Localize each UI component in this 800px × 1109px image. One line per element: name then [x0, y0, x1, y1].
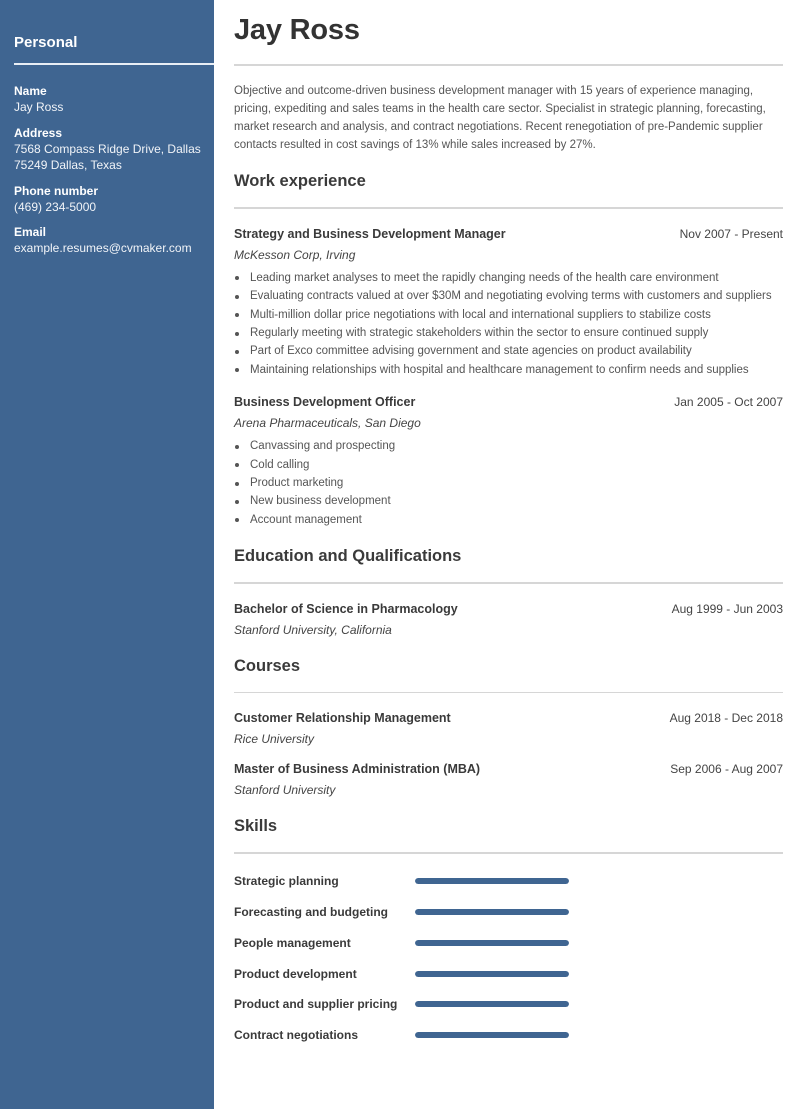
- skill-level-fill: [415, 908, 569, 915]
- skills-list: Strategic planning Forecasting and budge…: [234, 866, 783, 1051]
- skill-row: People management: [234, 927, 783, 958]
- education-section: Education and Qualifications Bachelor of…: [234, 546, 783, 639]
- skill-name: Strategic planning: [234, 874, 339, 889]
- course-title: Master of Business Administration (MBA): [234, 762, 481, 777]
- degree-date: Aug 1999 - Jun 2003: [671, 601, 783, 616]
- field-label: Name: [14, 84, 47, 98]
- divider: [234, 582, 783, 584]
- skill-level-fill: [415, 939, 569, 946]
- divider: [234, 64, 783, 66]
- bullet-item: Regularly meeting with strategic stakeho…: [234, 324, 783, 342]
- bullet-item: New business development: [234, 492, 783, 510]
- work-experience-section: Work experience Strategy and Business De…: [234, 171, 783, 529]
- job-date: Nov 2007 - Present: [679, 226, 783, 241]
- divider: [234, 852, 783, 854]
- field-value: Jay Ross: [14, 100, 64, 114]
- job-title: Business Development Officer: [234, 395, 416, 410]
- skill-level-fill: [415, 878, 569, 885]
- bullet-item: Maintaining relationships with hospital …: [234, 361, 783, 379]
- degree-title: Bachelor of Science in Pharmacology: [234, 601, 458, 616]
- work-entry: Strategy and Business Development Manage…: [234, 225, 783, 379]
- field-label: Address: [14, 125, 63, 140]
- section-title: Skills: [234, 817, 278, 836]
- education-entry: Bachelor of Science in Pharmacology Aug …: [234, 600, 783, 639]
- bullet-item: Canvassing and prospecting: [234, 437, 783, 455]
- skill-level-bar: [415, 908, 569, 915]
- skill-level-bar: [415, 970, 569, 977]
- resume-main: Jay Ross Objective and outcome-driven bu…: [234, 0, 783, 1051]
- skill-name: Product and supplier pricing: [234, 997, 398, 1012]
- bullet-item: Evaluating contracts valued at over $30M…: [234, 287, 783, 305]
- skill-level-fill: [415, 970, 569, 977]
- bullet-item: Account management: [234, 511, 783, 529]
- skill-row: Product and supplier pricing: [234, 989, 783, 1020]
- skill-level-fill: [415, 1001, 569, 1008]
- skill-name: Forecasting and budgeting: [234, 904, 389, 919]
- field-value: (469) 234-5000: [14, 199, 97, 214]
- institution: Stanford University: [234, 783, 336, 798]
- bullet-item: Part of Exco committee advising governme…: [234, 342, 783, 360]
- skill-level-bar: [415, 939, 569, 946]
- skill-level-bar: [415, 878, 569, 885]
- job-bullets: Canvassing and prospecting Cold calling …: [234, 437, 783, 529]
- bullet-item: Multi-million dollar price negotiations …: [234, 306, 783, 324]
- skill-level-bar: [415, 1032, 569, 1039]
- work-entry: Business Development Officer Jan 2005 - …: [234, 393, 783, 529]
- course-entry: Master of Business Administration (MBA) …: [234, 760, 783, 799]
- field-value: 7568 Compass Ridge Drive, Dallas: [14, 141, 201, 156]
- sidebar-personal: Personal Name Jay Ross Address 7568 Comp…: [0, 0, 214, 1109]
- section-title: Education and Qualifications: [234, 547, 462, 566]
- course-date: Aug 2018 - Dec 2018: [669, 711, 783, 726]
- course-entry: Customer Relationship Management Aug 201…: [234, 709, 783, 748]
- sidebar-title: Personal: [14, 34, 78, 51]
- skill-level-fill: [415, 1032, 569, 1039]
- skill-row: Contract negotiations: [234, 1020, 783, 1051]
- job-bullets: Leading market analyses to meet the rapi…: [234, 269, 783, 379]
- divider: [234, 207, 783, 209]
- resume-name: Jay Ross: [234, 14, 360, 46]
- job-title: Strategy and Business Development Manage…: [234, 226, 506, 241]
- divider: [234, 691, 783, 694]
- personal-email-field: Email example.resumes@cvmaker.com: [14, 224, 214, 257]
- employer: McKesson Corp, Irving: [234, 247, 356, 262]
- skill-row: Strategic planning: [234, 866, 783, 897]
- courses-section: Courses Customer Relationship Management…: [234, 656, 783, 800]
- skills-section: Skills Strategic planning Forecasting an…: [234, 816, 783, 1050]
- section-title: Courses: [234, 656, 301, 675]
- field-label: Email: [14, 225, 47, 239]
- field-label: Phone number: [14, 183, 99, 198]
- employer: Arena Pharmaceuticals, San Diego: [234, 416, 421, 431]
- job-date: Jan 2005 - Oct 2007: [674, 395, 783, 410]
- bullet-item: Product marketing: [234, 474, 783, 492]
- skill-level-bar: [415, 1001, 569, 1008]
- personal-name-field: Name Jay Ross: [14, 83, 214, 116]
- bullet-item: Leading market analyses to meet the rapi…: [234, 269, 783, 287]
- personal-phone-field: Phone number (469) 234-5000: [14, 183, 214, 216]
- section-title: Work experience: [234, 172, 366, 191]
- institution: Rice University: [234, 732, 315, 747]
- skill-name: People management: [234, 935, 351, 950]
- institution: Stanford University, California: [234, 622, 392, 637]
- bullet-item: Cold calling: [234, 456, 783, 474]
- course-date: Sep 2006 - Aug 2007: [670, 762, 783, 777]
- sidebar-divider: [14, 63, 214, 65]
- personal-address-field: Address 7568 Compass Ridge Drive, Dallas…: [14, 125, 214, 174]
- field-value: 75249 Dallas, Texas: [14, 158, 122, 172]
- field-value[interactable]: example.resumes@cvmaker.com: [14, 240, 214, 257]
- skill-row: Forecasting and budgeting: [234, 897, 783, 928]
- skill-row: Product development: [234, 958, 783, 989]
- course-title: Customer Relationship Management: [234, 711, 451, 726]
- skill-name: Product development: [234, 966, 357, 981]
- skill-name: Contract negotiations: [234, 1028, 359, 1043]
- summary-paragraph: Objective and outcome-driven business de…: [234, 84, 766, 152]
